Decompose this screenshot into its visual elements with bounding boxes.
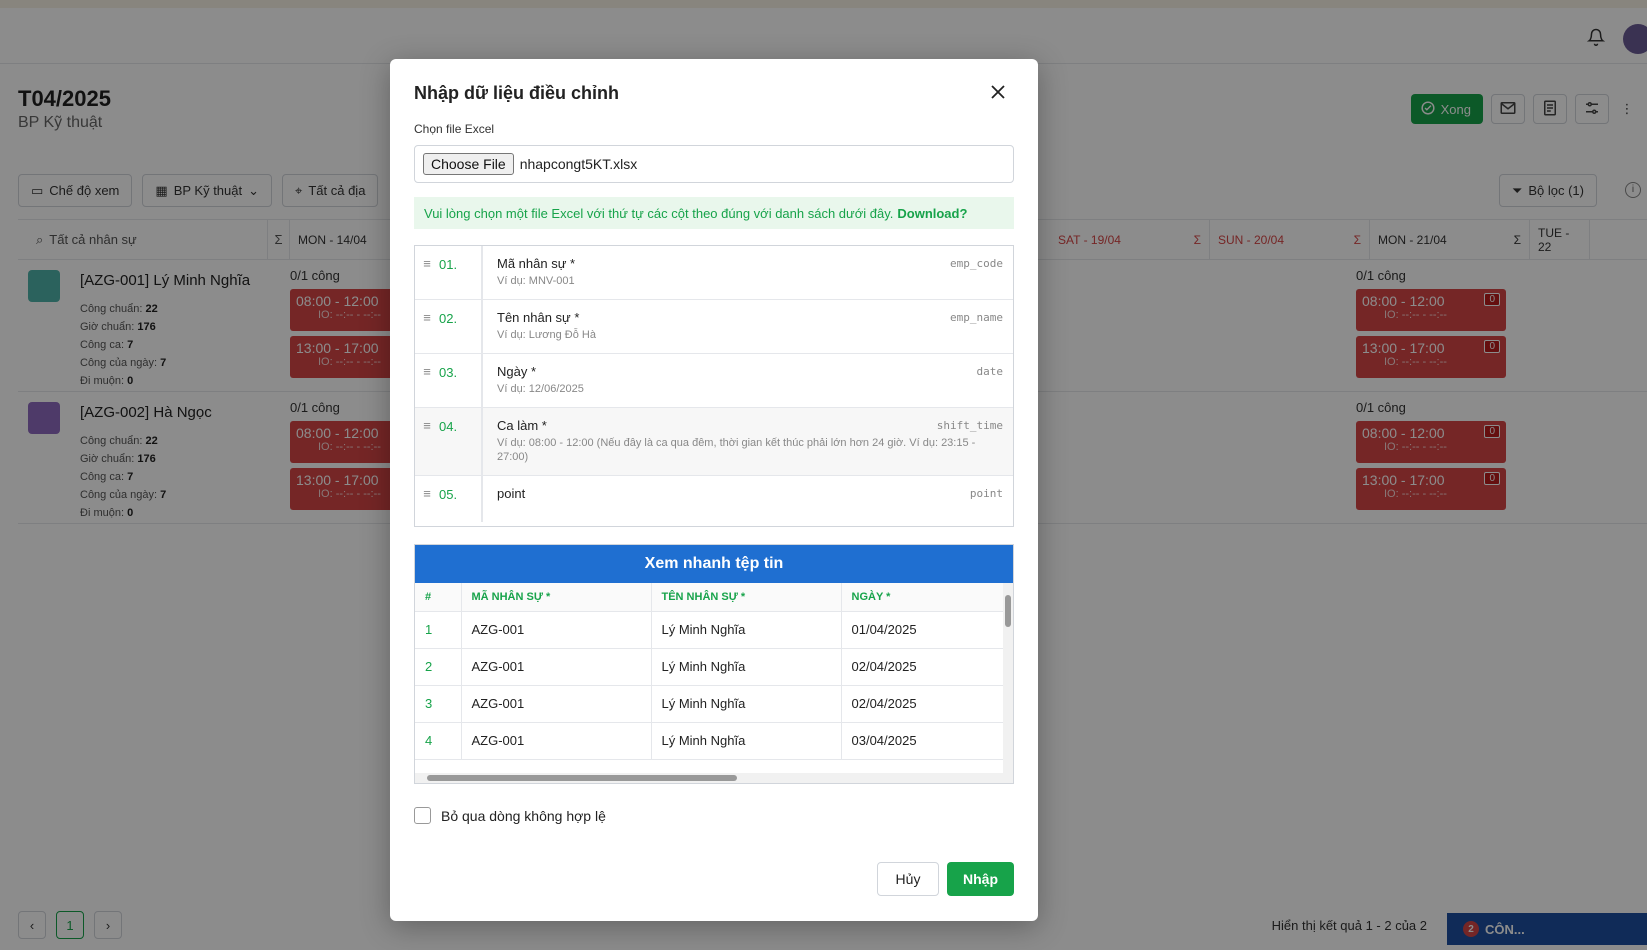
- cell-date: 03/04/2025: [841, 722, 1006, 760]
- column-name: Mã nhân sự *: [497, 256, 576, 271]
- modal-title: Nhập dữ liệu điều chỉnh: [414, 83, 620, 103]
- drag-handle-icon[interactable]: ≡: [415, 408, 439, 475]
- cell-emp-name: Lý Minh Nghĩa: [651, 611, 842, 649]
- column-key: point: [969, 487, 1003, 500]
- instruction-notice: Vui lòng chọn một file Excel với thứ tự …: [414, 197, 1014, 229]
- preview-table: # MÃ NHÂN SỰ * TÊN NHÂN SỰ * NGÀY * 1 AZ…: [415, 583, 1006, 760]
- column-example: Ví dụ: 12/06/2025: [497, 383, 584, 395]
- drag-handle-icon[interactable]: ≡: [415, 354, 439, 407]
- column-name: Ca làm *: [497, 418, 547, 433]
- table-row: 1 AZG-001 Lý Minh Nghĩa 01/04/2025: [415, 611, 1006, 649]
- column-item[interactable]: ≡ 02. Tên nhân sự * Ví dụ: Lương Đỗ Hà e…: [415, 300, 1013, 354]
- skip-invalid-checkbox[interactable]: [414, 807, 431, 824]
- column-key: emp_code: [950, 257, 1003, 270]
- vertical-scrollbar[interactable]: [1003, 583, 1013, 783]
- cell-emp-code: AZG-001: [461, 648, 652, 686]
- cell-emp-name: Lý Minh Nghĩa: [651, 722, 842, 760]
- column-item[interactable]: ≡ 01. Mã nhân sự * Ví dụ: MNV-001 emp_co…: [415, 246, 1013, 300]
- preview-header-row: # MÃ NHÂN SỰ * TÊN NHÂN SỰ * NGÀY *: [415, 583, 1006, 612]
- column-index: 01.: [439, 257, 458, 272]
- choose-file-button[interactable]: Choose File: [423, 153, 514, 175]
- row-number: 4: [415, 722, 462, 760]
- cell-emp-code: AZG-001: [461, 722, 652, 760]
- cell-emp-code: AZG-001: [461, 611, 652, 649]
- notice-text: Vui lòng chọn một file Excel với thứ tự …: [424, 205, 894, 221]
- drag-handle-icon[interactable]: ≡: [415, 476, 439, 522]
- file-preview: Xem nhanh tệp tin # MÃ NHÂN SỰ * TÊN NHÂ…: [414, 544, 1014, 784]
- column-body: Ngày * Ví dụ: 12/06/2025 date: [481, 354, 1013, 407]
- preview-header: MÃ NHÂN SỰ *: [461, 583, 652, 612]
- scroll-thumb[interactable]: [427, 775, 737, 781]
- row-number: 2: [415, 648, 462, 686]
- skip-invalid-option[interactable]: Bỏ qua dòng không hợp lệ: [414, 807, 606, 824]
- preview-header: TÊN NHÂN SỰ *: [651, 583, 842, 612]
- column-body: point point: [481, 476, 1013, 522]
- column-index: 04.: [439, 419, 458, 434]
- column-name: Tên nhân sự *: [497, 310, 580, 325]
- cell-date: 02/04/2025: [841, 685, 1006, 723]
- table-row: 3 AZG-001 Lý Minh Nghĩa 02/04/2025: [415, 685, 1006, 723]
- column-list: ≡ 01. Mã nhân sự * Ví dụ: MNV-001 emp_co…: [414, 245, 1014, 527]
- horizontal-scrollbar[interactable]: [415, 773, 1005, 783]
- cell-emp-name: Lý Minh Nghĩa: [651, 648, 842, 686]
- column-body: Tên nhân sự * Ví dụ: Lương Đỗ Hà emp_nam…: [481, 300, 1013, 353]
- preview-title: Xem nhanh tệp tin: [415, 545, 1013, 583]
- file-input[interactable]: Choose File nhapcongt5KT.xlsx: [414, 145, 1014, 183]
- drag-handle-icon[interactable]: ≡: [415, 300, 439, 353]
- selected-file-name: nhapcongt5KT.xlsx: [519, 156, 638, 172]
- column-index: 05.: [439, 487, 458, 502]
- cancel-button[interactable]: Hủy: [877, 862, 939, 896]
- skip-invalid-label[interactable]: Bỏ qua dòng không hợp lệ: [441, 808, 606, 824]
- table-row: 4 AZG-001 Lý Minh Nghĩa 03/04/2025: [415, 722, 1006, 760]
- column-key: date: [976, 365, 1004, 378]
- column-example: Ví dụ: Lương Đỗ Hà: [497, 329, 596, 341]
- column-item[interactable]: ≡ 04. Ca làm * Ví dụ: 08:00 - 12:00 (Nếu…: [415, 408, 1013, 476]
- column-name: Ngày *: [497, 364, 537, 379]
- table-row: 2 AZG-001 Lý Minh Nghĩa 02/04/2025: [415, 648, 1006, 686]
- preview-header: #: [415, 583, 462, 612]
- import-button[interactable]: Nhập: [947, 862, 1014, 896]
- cell-date: 02/04/2025: [841, 648, 1006, 686]
- column-key: shift_time: [936, 419, 1003, 432]
- cell-date: 01/04/2025: [841, 611, 1006, 649]
- cell-emp-code: AZG-001: [461, 685, 652, 723]
- column-body: Ca làm * Ví dụ: 08:00 - 12:00 (Nếu đây l…: [481, 408, 1013, 475]
- row-number: 1: [415, 611, 462, 649]
- column-name: point: [497, 486, 526, 501]
- cell-emp-name: Lý Minh Nghĩa: [651, 685, 842, 723]
- column-body: Mã nhân sự * Ví dụ: MNV-001 emp_code: [481, 246, 1013, 299]
- column-index: 03.: [439, 365, 458, 380]
- import-modal: Nhập dữ liệu điều chỉnh Chọn file Excel …: [390, 59, 1038, 921]
- close-icon: [991, 84, 1005, 102]
- column-item[interactable]: ≡ 03. Ngày * Ví dụ: 12/06/2025 date: [415, 354, 1013, 408]
- row-number: 3: [415, 685, 462, 723]
- download-link[interactable]: Download?: [897, 206, 967, 221]
- preview-header: NGÀY *: [841, 583, 1006, 612]
- file-label: Chọn file Excel: [414, 122, 495, 136]
- column-index: 02.: [439, 311, 458, 326]
- close-button[interactable]: [986, 81, 1010, 105]
- column-example: Ví dụ: 08:00 - 12:00 (Nếu đây là ca qua …: [497, 437, 976, 463]
- column-key: emp_name: [950, 311, 1003, 324]
- scroll-thumb[interactable]: [1005, 595, 1011, 627]
- drag-handle-icon[interactable]: ≡: [415, 246, 439, 299]
- column-item[interactable]: ≡ 05. point point: [415, 476, 1013, 522]
- column-example: Ví dụ: MNV-001: [497, 275, 575, 287]
